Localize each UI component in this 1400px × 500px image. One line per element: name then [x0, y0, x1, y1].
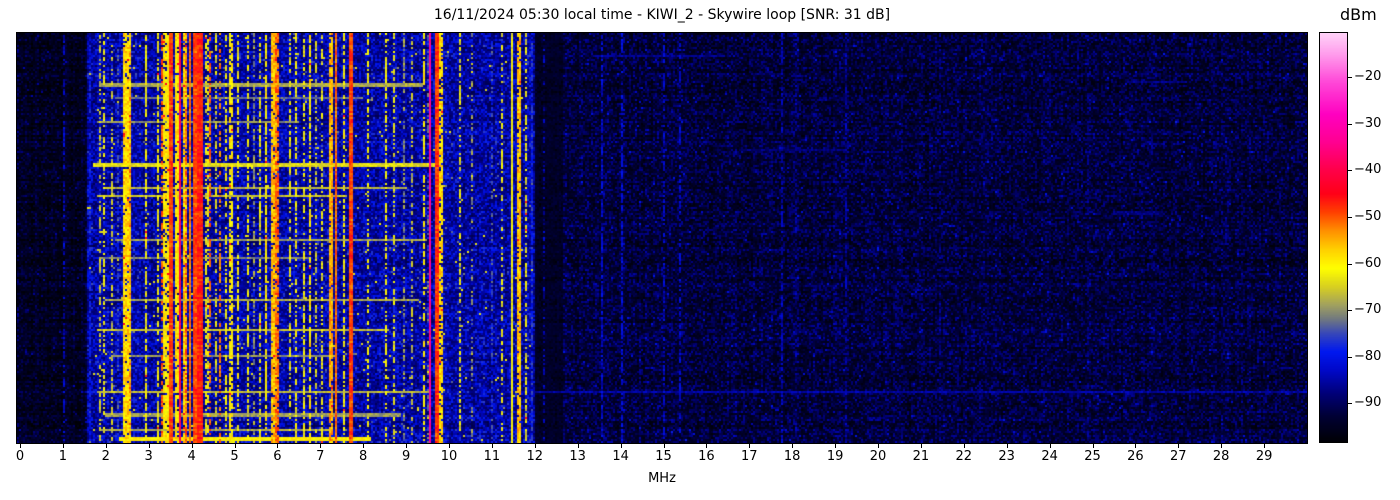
x-tick-label: 13	[569, 449, 586, 464]
colorbar-tick-label: −70	[1354, 302, 1382, 318]
colorbar-tick-label: −90	[1354, 395, 1382, 411]
colorbar-tick-label: −50	[1354, 209, 1382, 224]
colorbar-tick-mark	[1348, 263, 1352, 265]
x-tick-mark	[234, 444, 236, 448]
colorbar-tick-mark	[1348, 77, 1352, 79]
x-tick-mark	[1178, 444, 1180, 448]
colorbar-tick-label: −30	[1354, 115, 1382, 131]
x-tick-label: 28	[1212, 449, 1230, 464]
x-tick-label: 1	[58, 449, 68, 464]
colorbar	[1319, 32, 1348, 443]
chart-title: 16/11/2024 05:30 local time - KIWI_2 - S…	[433, 7, 891, 23]
x-tick-label: 12	[526, 449, 544, 464]
x-tick-mark	[878, 444, 879, 448]
colorbar-tick-label: −40	[1354, 162, 1382, 178]
x-tick-mark	[1264, 444, 1266, 448]
colorbar-tick-label: −80	[1354, 348, 1382, 364]
x-tick-label: 22	[955, 449, 973, 464]
x-tick-label: 23	[998, 449, 1015, 464]
x-tick-mark	[620, 444, 622, 448]
x-tick-label: 27	[1170, 449, 1187, 464]
x-tick-mark	[920, 444, 922, 448]
x-tick-label: 11	[483, 449, 501, 464]
x-tick-label: 7	[316, 449, 325, 464]
x-tick-mark	[148, 444, 150, 448]
x-tick-mark	[363, 444, 365, 448]
x-tick-mark	[62, 444, 64, 448]
colorbar-unit-label: dBm	[1340, 5, 1377, 24]
spectrogram-figure: { "labels": { "title": "16/11/2024 05:30…	[0, 0, 1400, 500]
x-tick-label: 24	[1041, 449, 1058, 464]
x-tick-label: 5	[230, 449, 239, 464]
x-tick-label: 29	[1255, 449, 1273, 464]
x-tick-label: 17	[741, 449, 758, 464]
x-tick-label: 6	[273, 449, 282, 464]
x-tick-mark	[835, 444, 837, 448]
x-tick-mark	[792, 444, 794, 448]
x-tick-mark	[1135, 444, 1137, 448]
x-tick-label: 19	[826, 449, 844, 464]
colorbar-tick-mark	[1348, 170, 1352, 172]
x-tick-label: 0	[15, 449, 25, 464]
x-tick-mark	[491, 444, 493, 448]
x-tick-label: 21	[912, 449, 930, 464]
x-tick-label: 4	[187, 449, 196, 464]
colorbar-tick-label: −60	[1354, 255, 1382, 271]
x-tick-label: 26	[1127, 449, 1144, 464]
x-tick-mark	[191, 444, 193, 448]
x-tick-mark	[406, 444, 408, 448]
x-tick-mark	[1049, 444, 1051, 448]
x-tick-label: 8	[359, 449, 368, 464]
x-tick-label: 18	[783, 449, 801, 464]
x-tick-mark	[706, 444, 708, 448]
x-tick-label: 14	[612, 449, 629, 464]
colorbar-tick-mark	[1348, 356, 1352, 358]
x-tick-mark	[663, 444, 665, 448]
x-tick-label: 25	[1084, 449, 1101, 464]
x-tick-mark	[449, 444, 450, 448]
colorbar-gradient-canvas	[1320, 33, 1347, 442]
x-tick-label: 3	[144, 449, 153, 464]
x-tick-mark	[1221, 444, 1223, 448]
x-tick-mark	[577, 444, 579, 448]
x-tick-label: 2	[101, 449, 110, 464]
colorbar-tick-mark	[1348, 123, 1352, 125]
spectrogram-plot-area	[16, 32, 1308, 444]
x-tick-mark	[749, 444, 751, 448]
x-tick-mark	[20, 444, 21, 448]
colorbar-tick-mark	[1348, 217, 1352, 218]
colorbar-tick-label: −20	[1354, 69, 1382, 85]
x-tick-mark	[534, 444, 536, 448]
x-axis-label: MHz	[648, 471, 676, 486]
x-tick-mark	[320, 444, 322, 448]
x-tick-mark	[1006, 444, 1008, 448]
x-tick-label: 16	[698, 449, 715, 464]
x-tick-label: 15	[655, 449, 672, 464]
colorbar-tick-mark	[1348, 403, 1352, 405]
x-tick-label: 20	[869, 449, 887, 464]
x-tick-mark	[277, 444, 279, 448]
x-tick-mark	[963, 444, 965, 448]
x-tick-label: 10	[440, 449, 458, 464]
colorbar-tick-mark	[1348, 310, 1352, 312]
x-tick-mark	[105, 444, 107, 448]
spectrogram-canvas	[17, 33, 1307, 443]
x-tick-mark	[1092, 444, 1094, 448]
x-tick-label: 9	[401, 449, 411, 464]
